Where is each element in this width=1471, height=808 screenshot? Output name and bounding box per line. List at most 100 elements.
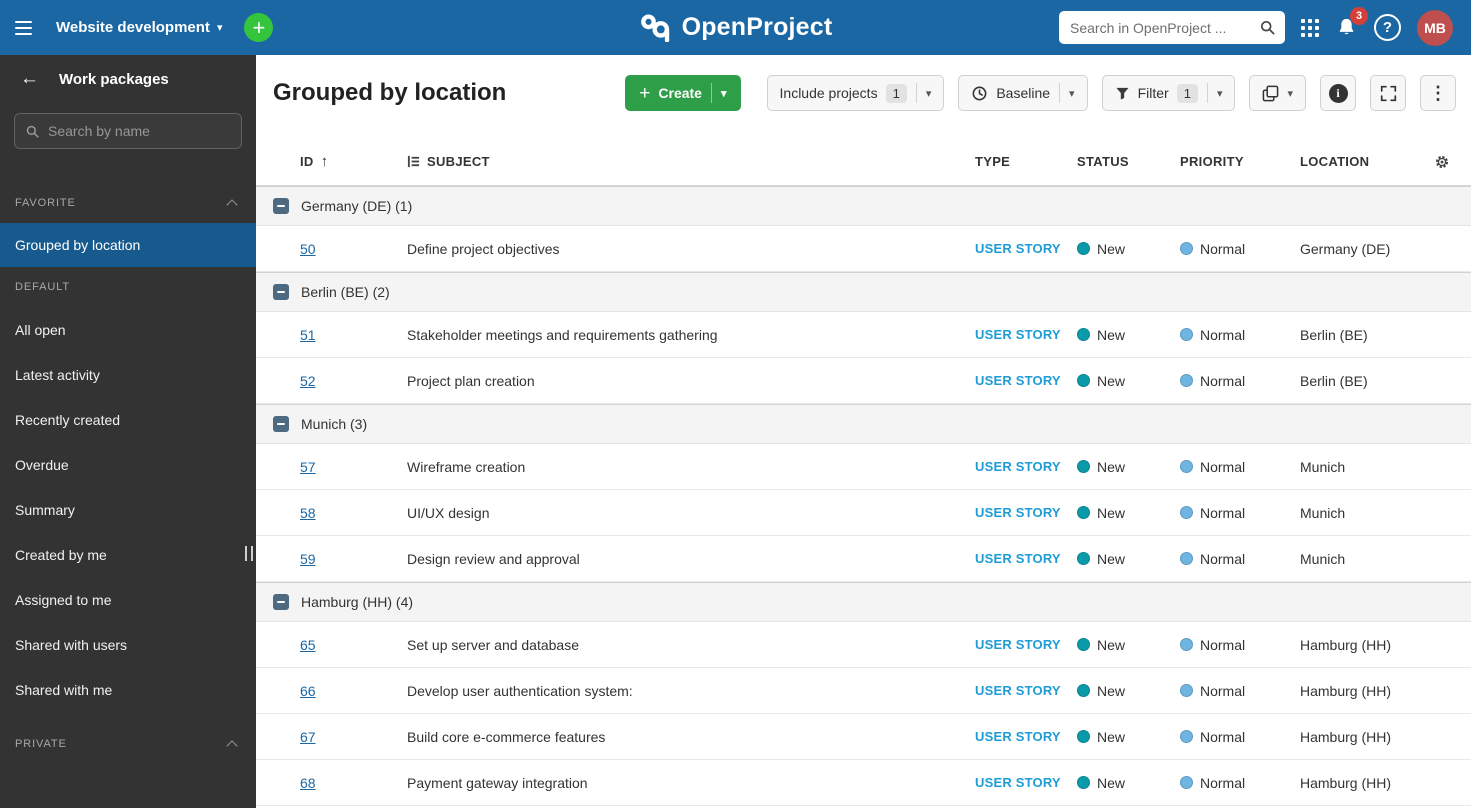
work-package-location[interactable]: Hamburg (HH) [1300,775,1451,791]
sidebar-item-latest-activity[interactable]: Latest activity [0,352,256,397]
work-package-location[interactable]: Germany (DE) [1300,241,1451,257]
work-package-status[interactable]: New [1077,683,1180,699]
work-package-priority[interactable]: Normal [1180,327,1300,343]
info-button[interactable]: i [1320,75,1356,111]
work-package-type[interactable]: USER STORY [975,327,1077,342]
work-package-location[interactable]: Hamburg (HH) [1300,637,1451,653]
work-package-id-link[interactable]: 68 [300,775,316,791]
work-package-status[interactable]: New [1077,459,1180,475]
column-header-type[interactable]: TYPE [975,154,1077,169]
global-search[interactable] [1059,11,1285,44]
work-package-status[interactable]: New [1077,327,1180,343]
sidebar-item-all-open[interactable]: All open [0,307,256,352]
sidebar-item-grouped-by-location[interactable]: Grouped by location [0,223,256,267]
sidebar-item-recently-created[interactable]: Recently created [0,397,256,442]
work-package-type[interactable]: USER STORY [975,373,1077,388]
work-package-subject[interactable]: Project plan creation [407,373,975,389]
work-package-priority[interactable]: Normal [1180,775,1300,791]
work-package-status[interactable]: New [1077,729,1180,745]
help-button[interactable]: ? [1374,14,1401,41]
work-package-priority[interactable]: Normal [1180,241,1300,257]
table-row[interactable]: 50 Define project objectives USER STORY … [256,226,1471,272]
work-package-status[interactable]: New [1077,551,1180,567]
work-package-type[interactable]: USER STORY [975,775,1077,790]
sidebar-search[interactable] [14,113,242,149]
work-package-subject[interactable]: Payment gateway integration [407,775,975,791]
work-package-location[interactable]: Berlin (BE) [1300,373,1451,389]
work-package-id-link[interactable]: 65 [300,637,316,653]
work-package-status[interactable]: New [1077,373,1180,389]
work-package-location[interactable]: Munich [1300,459,1451,475]
work-package-id-link[interactable]: 51 [300,327,316,343]
work-package-priority[interactable]: Normal [1180,637,1300,653]
filter-button[interactable]: Filter 1 ▾ [1101,75,1236,111]
notifications-bell[interactable]: 3 [1335,7,1368,39]
work-package-status[interactable]: New [1077,505,1180,521]
column-header-status[interactable]: STATUS [1077,154,1180,169]
column-header-priority[interactable]: PRIORITY [1180,154,1300,169]
sidebar-section-default[interactable]: DEFAULT [0,267,256,307]
table-row[interactable]: 52 Project plan creation USER STORY New … [256,358,1471,404]
apps-grid-icon[interactable] [1301,18,1319,37]
work-package-subject[interactable]: Wireframe creation [407,459,975,475]
column-header-id[interactable]: ID ↑ [300,153,407,170]
work-package-id-link[interactable]: 66 [300,683,316,699]
sidebar-resize-handle[interactable] [245,546,253,561]
global-search-input[interactable] [1070,19,1253,36]
project-selector[interactable]: Website development ▾ [46,0,232,55]
work-package-status[interactable]: New [1077,775,1180,791]
collapse-group-icon[interactable] [273,284,289,300]
baseline-button[interactable]: Baseline ▾ [958,75,1088,111]
create-button[interactable]: + Create ▾ [625,75,741,111]
sidebar-item-shared-with-me[interactable]: Shared with me [0,667,256,712]
work-package-subject[interactable]: Define project objectives [407,241,975,257]
work-package-type[interactable]: USER STORY [975,459,1077,474]
work-package-type[interactable]: USER STORY [975,505,1077,520]
work-package-location[interactable]: Hamburg (HH) [1300,683,1451,699]
table-row[interactable]: 59 Design review and approval USER STORY… [256,536,1471,582]
work-package-type[interactable]: USER STORY [975,551,1077,566]
view-settings-button[interactable]: ▾ [1249,75,1306,111]
sidebar-item-summary[interactable]: Summary [0,487,256,532]
table-row[interactable]: 58 UI/UX design USER STORY New Normal Mu… [256,490,1471,536]
table-row[interactable]: 65 Set up server and database USER STORY… [256,622,1471,668]
work-package-priority[interactable]: Normal [1180,551,1300,567]
work-package-type[interactable]: USER STORY [975,241,1077,256]
table-row[interactable]: 57 Wireframe creation USER STORY New Nor… [256,444,1471,490]
work-package-priority[interactable]: Normal [1180,505,1300,521]
table-row[interactable]: 68 Payment gateway integration USER STOR… [256,760,1471,806]
work-package-id-link[interactable]: 52 [300,373,316,389]
collapse-group-icon[interactable] [273,198,289,214]
work-package-subject[interactable]: Develop user authentication system: [407,683,975,699]
work-package-type[interactable]: USER STORY [975,683,1077,698]
work-package-id-link[interactable]: 58 [300,505,316,521]
include-projects-button[interactable]: Include projects 1 ▾ [766,75,945,111]
column-header-subject[interactable]: SUBJECT [407,154,975,169]
fullscreen-button[interactable] [1370,75,1406,111]
work-package-type[interactable]: USER STORY [975,729,1077,744]
sidebar-item-created-by-me[interactable]: Created by me [0,532,256,577]
table-row[interactable]: 51 Stakeholder meetings and requirements… [256,312,1471,358]
work-package-subject[interactable]: Build core e-commerce features [407,729,975,745]
user-avatar[interactable]: MB [1417,9,1453,46]
work-package-priority[interactable]: Normal [1180,729,1300,745]
back-arrow-icon[interactable]: ← [20,68,39,90]
work-package-priority[interactable]: Normal [1180,459,1300,475]
collapse-group-icon[interactable] [273,416,289,432]
sidebar-item-overdue[interactable]: Overdue [0,442,256,487]
work-package-subject[interactable]: Design review and approval [407,551,975,567]
work-package-priority[interactable]: Normal [1180,373,1300,389]
work-package-subject[interactable]: Set up server and database [407,637,975,653]
sidebar-item-shared-with-users[interactable]: Shared with users [0,622,256,667]
column-header-location[interactable]: LOCATION [1300,154,1451,169]
sidebar-item-assigned-to-me[interactable]: Assigned to me [0,577,256,622]
work-package-status[interactable]: New [1077,637,1180,653]
more-options-button[interactable]: ⋮ [1420,75,1456,111]
work-package-id-link[interactable]: 50 [300,241,316,257]
sidebar-search-input[interactable] [48,123,231,139]
work-package-subject[interactable]: Stakeholder meetings and requirements ga… [407,327,975,343]
sidebar-section-favorite[interactable]: FAVORITE [0,183,256,223]
sidebar-section-private[interactable]: PRIVATE [0,724,256,764]
collapse-group-icon[interactable] [273,594,289,610]
work-package-location[interactable]: Munich [1300,505,1451,521]
